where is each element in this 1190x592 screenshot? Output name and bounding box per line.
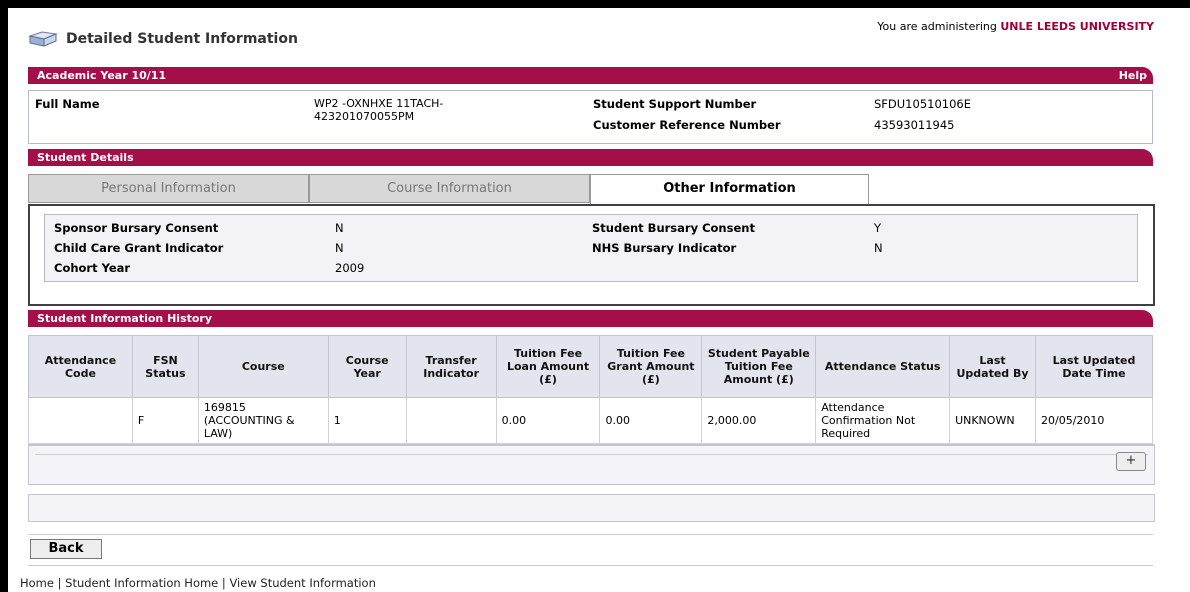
academic-year-label: Academic Year 10/11	[37, 69, 167, 82]
history-table: Attendance Code FSN Status Course Course…	[28, 335, 1153, 444]
student-details-band: Student Details	[28, 149, 1153, 166]
col-last-updated-by: Last Updated By	[949, 335, 1037, 398]
other-information-panel: Sponsor Bursary Consent N Student Bursar…	[28, 204, 1155, 306]
full-name-value: WP2 -OXNHXE 11TACH-423201070055PM	[314, 97, 444, 123]
ssn-label: Student Support Number	[593, 97, 757, 111]
col-student-payable: Student Payable Tuition Fee Amount (£)	[701, 335, 817, 398]
ssn-value: SFDU10510106E	[874, 97, 971, 111]
student-summary-box: Full Name WP2 -OXNHXE 11TACH-42320107005…	[28, 90, 1153, 144]
breadcrumb: Home | Student Information Home | View S…	[20, 576, 376, 590]
col-transfer-indicator: Transfer Indicator	[405, 335, 497, 398]
tab-course-information[interactable]: Course Information	[309, 174, 590, 203]
sponsor-bursary-value: N	[335, 221, 344, 235]
action-bar: Back	[28, 534, 1153, 566]
student-bursary-label: Student Bursary Consent	[592, 221, 755, 235]
admin-prefix: You are administering	[877, 20, 1001, 33]
col-course-year: Course Year	[327, 335, 407, 398]
cell-student-payable: 2,000.00	[701, 397, 817, 444]
col-attendance-code: Attendance Code	[28, 335, 133, 398]
col-tuition-fee-loan: Tuition Fee Loan Amount (£)	[495, 335, 601, 398]
history-band: Student Information History	[28, 310, 1153, 327]
window-left-border	[0, 0, 8, 592]
plus-icon: +	[1125, 453, 1137, 468]
cell-course: 169815 (ACCOUNTING & LAW)	[197, 397, 329, 444]
child-care-grant-value: N	[335, 241, 344, 255]
tab-personal-information[interactable]: Personal Information	[28, 174, 309, 203]
cell-last-updated-by: UNKNOWN	[949, 397, 1037, 444]
window-top-border	[0, 0, 1190, 8]
cell-attendance-code	[28, 397, 133, 444]
sponsor-bursary-label: Sponsor Bursary Consent	[54, 221, 219, 235]
notebook-icon	[28, 30, 58, 48]
cell-course-year: 1	[327, 397, 407, 444]
history-toolbar: +	[28, 444, 1155, 485]
empty-panel	[28, 494, 1155, 522]
col-fsn-status: FSN Status	[131, 335, 199, 398]
cell-fsn-status: F	[131, 397, 199, 444]
admin-notice: You are administering UNLE LEEDS UNIVERS…	[877, 20, 1154, 33]
cell-last-updated-date: 20/05/2010	[1035, 397, 1153, 444]
admin-org: UNLE LEEDS UNIVERSITY	[1000, 20, 1154, 33]
crn-label: Customer Reference Number	[593, 118, 781, 132]
col-last-updated-date: Last Updated Date Time	[1035, 335, 1153, 398]
student-details-label: Student Details	[37, 151, 134, 164]
back-button[interactable]: Back	[30, 539, 102, 559]
help-link[interactable]: Help	[1119, 69, 1147, 82]
cohort-year-value: 2009	[335, 261, 365, 275]
child-care-grant-label: Child Care Grant Indicator	[54, 241, 224, 255]
full-name-label: Full Name	[35, 97, 100, 111]
nhs-bursary-label: NHS Bursary Indicator	[592, 241, 737, 255]
page: You are administering UNLE LEEDS UNIVERS…	[20, 8, 1160, 592]
cohort-year-label: Cohort Year	[54, 261, 131, 275]
crn-value: 43593011945	[874, 118, 955, 132]
cell-attendance-status: Attendance Confirmation Not Required	[815, 397, 951, 444]
student-bursary-value: Y	[874, 221, 882, 235]
col-attendance-status: Attendance Status	[815, 335, 951, 398]
cell-tuition-fee-grant: 0.00	[599, 397, 703, 444]
col-tuition-fee-grant: Tuition Fee Grant Amount (£)	[599, 335, 703, 398]
tab-other-information[interactable]: Other Information	[590, 174, 869, 205]
nhs-bursary-value: N	[874, 241, 883, 255]
other-information-fields: Sponsor Bursary Consent N Student Bursar…	[44, 214, 1138, 282]
academic-year-band: Academic Year 10/11 Help	[28, 67, 1153, 84]
history-label: Student Information History	[37, 312, 213, 325]
toolbar-divider	[35, 454, 1148, 455]
col-course: Course	[197, 335, 329, 398]
table-row: F 169815 (ACCOUNTING & LAW) 1 0.00 0.00 …	[28, 397, 1153, 444]
add-row-button[interactable]: +	[1116, 452, 1146, 471]
page-title-text: Detailed Student Information	[66, 31, 298, 47]
tab-bar: Personal Information Course Information …	[28, 174, 1153, 205]
history-header-row: Attendance Code FSN Status Course Course…	[28, 335, 1153, 398]
cell-transfer-indicator	[405, 397, 497, 444]
page-title: Detailed Student Information	[28, 30, 298, 48]
cell-tuition-fee-loan: 0.00	[495, 397, 601, 444]
